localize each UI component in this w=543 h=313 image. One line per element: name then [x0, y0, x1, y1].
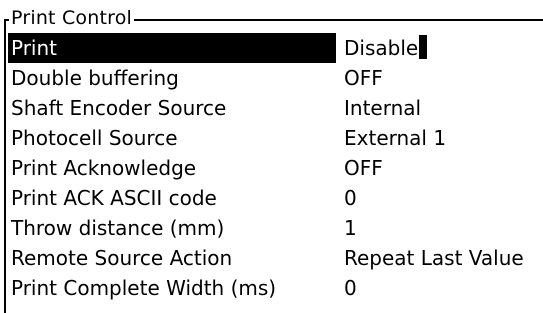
setting-label: Double buffering [11, 66, 179, 90]
setting-label: Print Acknowledge [11, 156, 197, 180]
setting-label: Print Complete Width (ms) [11, 276, 277, 300]
setting-label: Shaft Encoder Source [11, 96, 227, 120]
setting-label: Print ACK ASCII code [11, 186, 217, 210]
setting-row-print-acknowledge[interactable]: Print Acknowledge OFF [8, 153, 543, 183]
setting-label: Photocell Source [11, 126, 178, 150]
settings-list: Print Disable Double buffering OFF Shaft… [8, 33, 543, 303]
setting-value[interactable]: 1 [344, 213, 357, 243]
group-frame-left [4, 19, 6, 313]
setting-label: Remote Source Action [11, 246, 233, 270]
setting-value[interactable]: Repeat Last Value [344, 243, 524, 273]
group-title: Print Control [9, 5, 135, 32]
setting-value-print[interactable]: Disable [344, 33, 428, 63]
setting-row-remote-source-action[interactable]: Remote Source Action Repeat Last Value [8, 243, 543, 273]
setting-label: Throw distance (mm) [11, 216, 225, 240]
setting-row-print[interactable]: Print Disable [8, 33, 543, 63]
setting-row-double-buffering[interactable]: Double buffering OFF [8, 63, 543, 93]
setting-row-shaft-encoder-source[interactable]: Shaft Encoder Source Internal [8, 93, 543, 123]
setting-label: Print [8, 33, 336, 63]
setting-row-print-ack-ascii-code[interactable]: Print ACK ASCII code 0 [8, 183, 543, 213]
setting-row-photocell-source[interactable]: Photocell Source External 1 [8, 123, 543, 153]
setting-value[interactable]: 0 [344, 183, 357, 213]
setting-value[interactable]: External 1 [344, 123, 446, 153]
setting-value[interactable]: 0 [344, 273, 357, 303]
text-cursor [419, 35, 428, 59]
setting-value[interactable]: OFF [344, 63, 383, 93]
setting-row-print-complete-width[interactable]: Print Complete Width (ms) 0 [8, 273, 543, 303]
setting-value[interactable]: Internal [344, 93, 421, 123]
setting-value[interactable]: OFF [344, 153, 383, 183]
setting-row-throw-distance[interactable]: Throw distance (mm) 1 [8, 213, 543, 243]
print-control-screen: Print Control Print Disable Double buffe… [0, 0, 543, 313]
setting-value-text: Disable [344, 36, 419, 60]
